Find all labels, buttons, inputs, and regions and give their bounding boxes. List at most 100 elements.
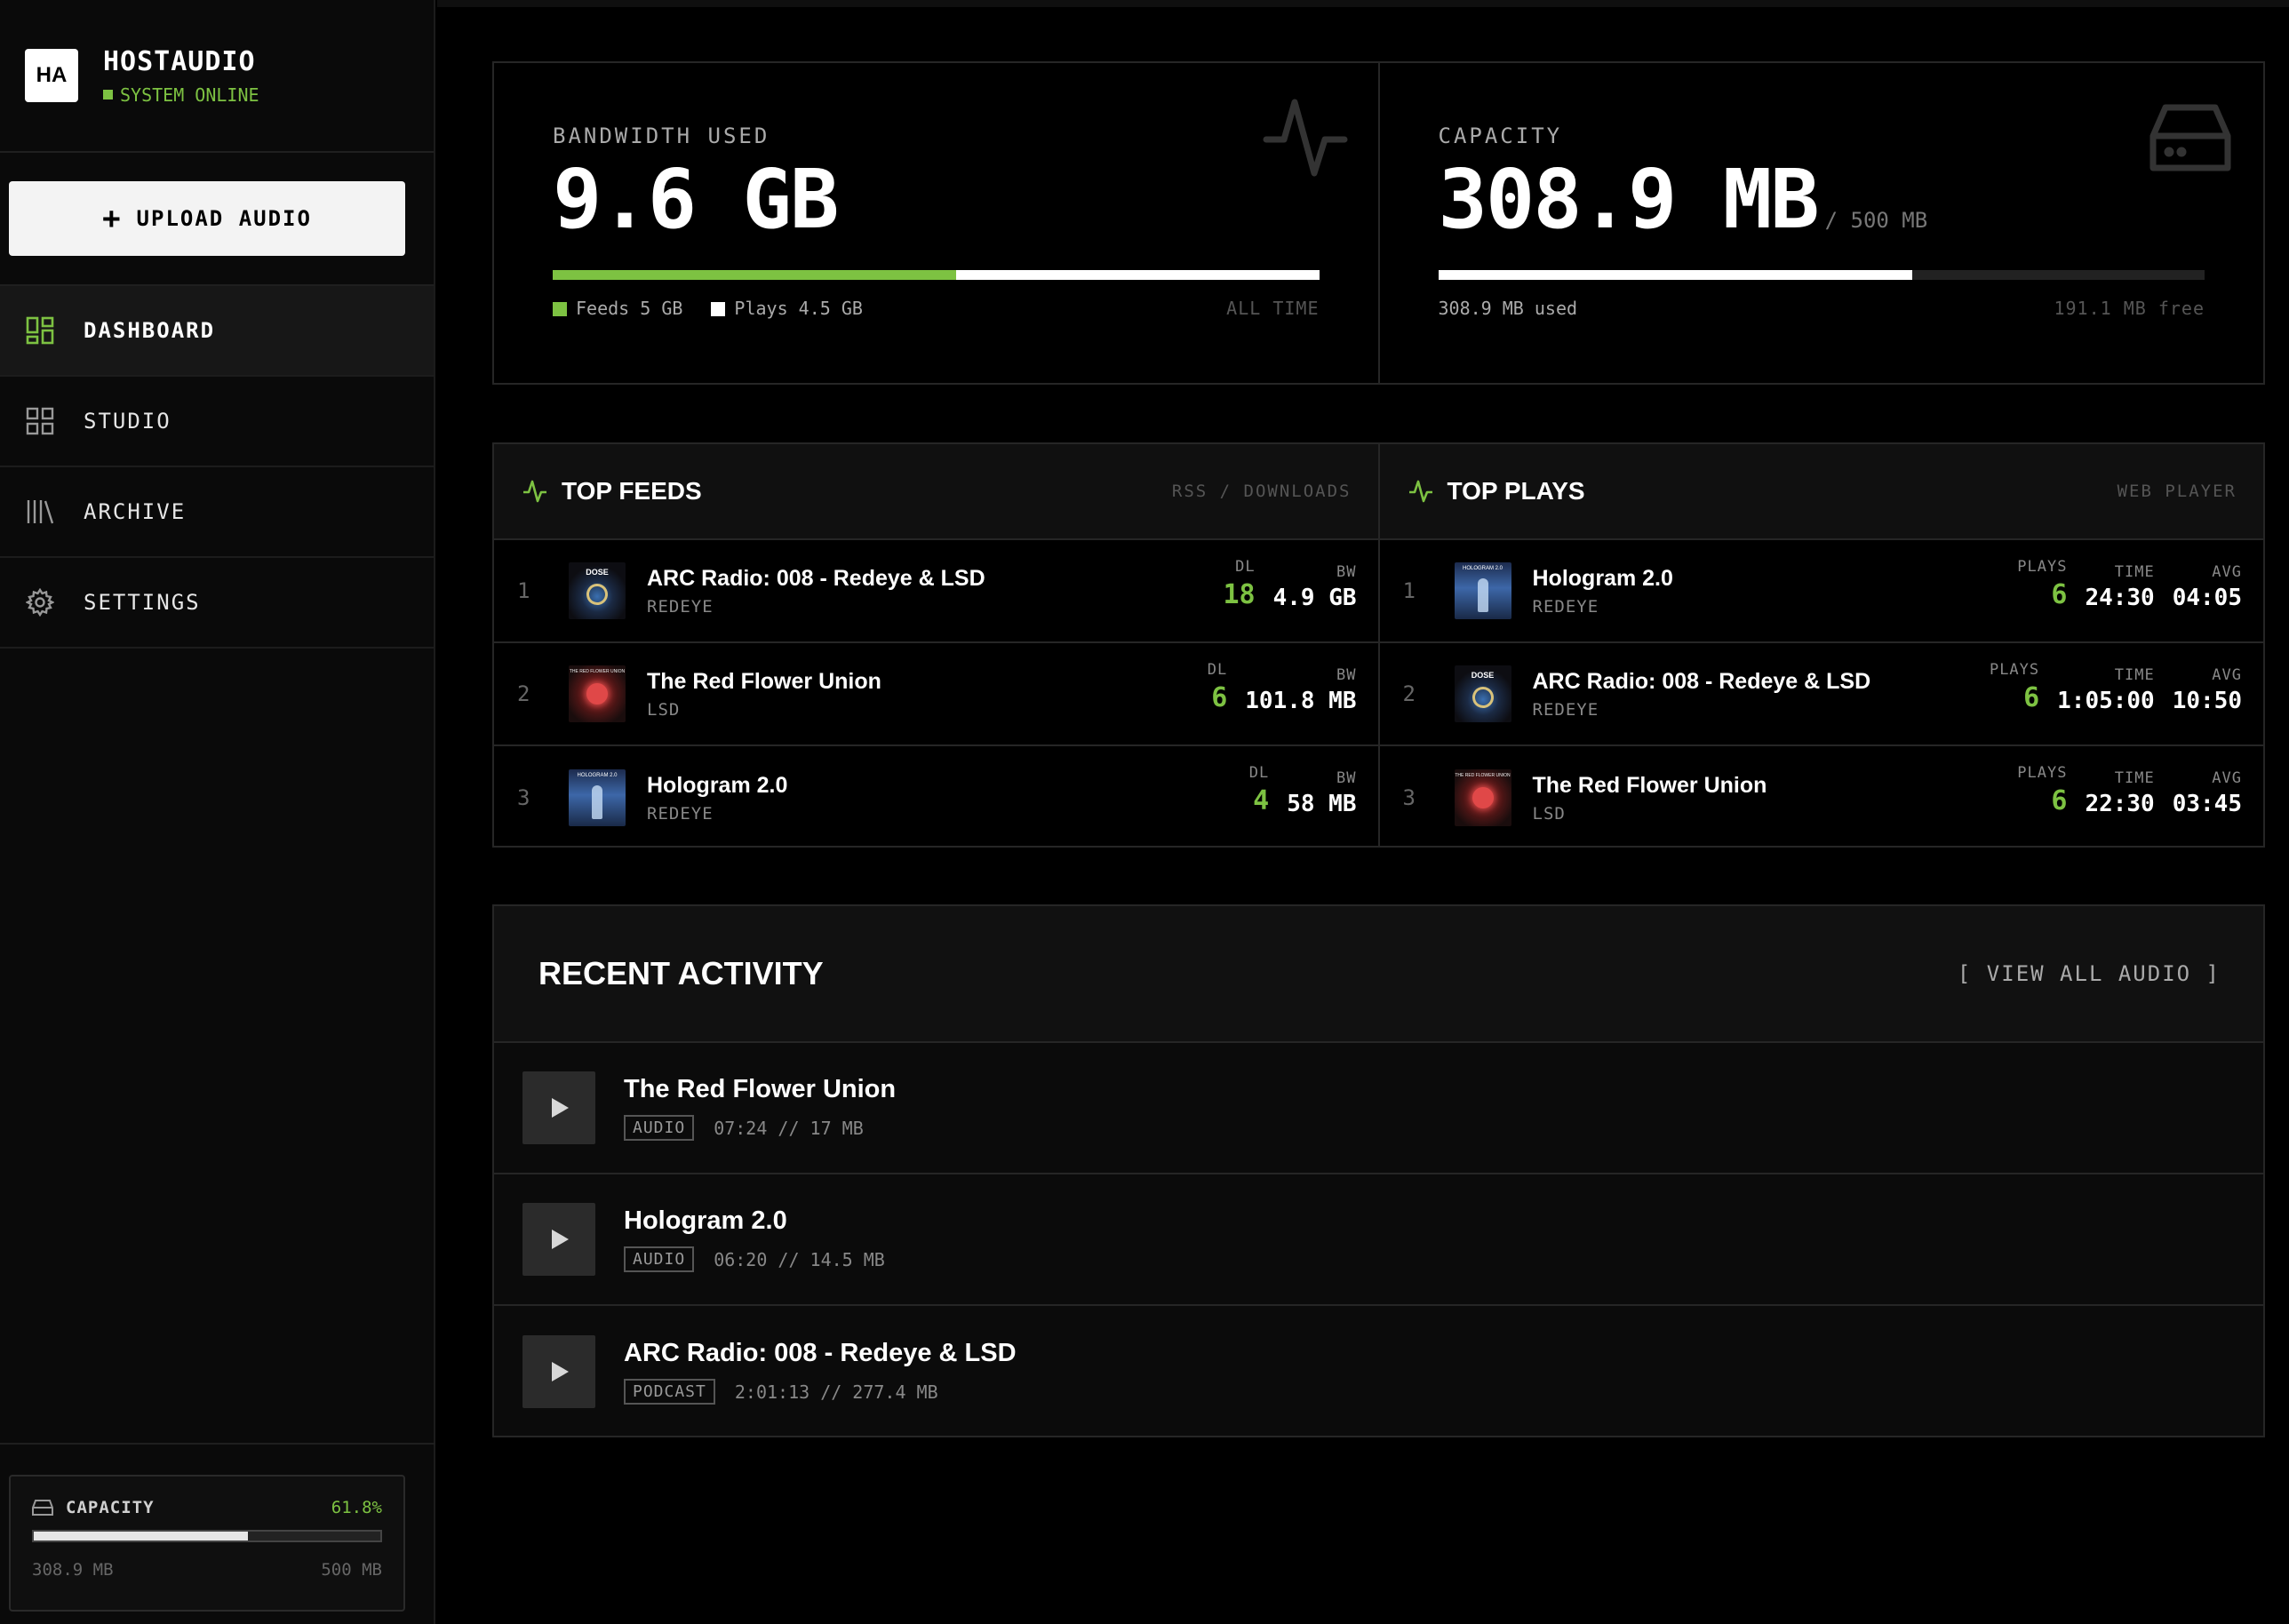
art-label: HOLOGRAM 2.0 [577,773,618,778]
downloads-value: 18 [1223,579,1256,610]
bandwidth-metric: BW 101.8 MB [1245,666,1356,714]
avg-metric: AVG 03:45 [2173,769,2242,817]
top-play-row[interactable]: 3 THE RED FLOWER UNION The Red Flower Un… [1380,746,2264,849]
capacity-bar-fill [1438,269,1912,280]
nav-item-archive[interactable]: ARCHIVE [0,467,434,558]
play-icon [552,1098,569,1118]
capacity-bar [32,1530,382,1542]
top-feed-row[interactable]: 1 DOSE ARC Radio: 008 - Redeye & LSD RED… [494,540,1378,643]
play-button[interactable] [522,1071,595,1144]
view-all-audio-link[interactable]: [ VIEW ALL AUDIO ] [1958,961,2221,986]
play-button[interactable] [522,1335,595,1408]
brand-name: HOSTAUDIO [103,45,256,77]
metric-label: DL [1248,764,1270,782]
top-play-row[interactable]: 1 HOLOGRAM 2.0 Hologram 2.0 REDEYE PLAYS… [1379,540,2263,643]
bandwidth-value: 9.6 GB [553,152,839,247]
top-feed-row[interactable]: 2 THE RED FLOWER UNION The Red Flower Un… [494,643,1378,746]
cover-art-thumbnail: DOSE [1454,665,1511,722]
track-meta: 07:24 // 17 MB [714,1117,864,1139]
art-label: THE RED FLOWER UNION [1455,773,1511,778]
status-dot-icon [103,90,113,100]
track-title[interactable]: Hologram 2.0 [624,1206,885,1236]
cover-art-thumbnail: THE RED FLOWER UNION [1454,769,1511,826]
recent-activity-row: ARC Radio: 008 - Redeye & LSD PODCAST 2:… [494,1306,2263,1437]
metric-label: TIME [2114,769,2155,787]
bandwidth-metric: BW 58 MB [1287,769,1356,817]
metric-label: AVG [2212,666,2242,684]
system-status-label: SYSTEM ONLINE [120,84,259,106]
sidebar-capacity: CAPACITY 61.8% 308.9 MB 500 MB [9,1475,405,1612]
avg-value: 10:50 [2172,688,2242,714]
top-strip [437,0,2289,7]
upload-audio-label: UPLOAD AUDIO [136,206,312,231]
top-plays-meta: WEB PLAYER [2117,482,2237,501]
library-icon [25,497,55,527]
time-metric: TIME 24:30 [2085,563,2154,611]
track-artist: LSD [647,699,681,720]
grid-icon [25,406,55,436]
nav-item-studio[interactable]: STUDIO [0,377,434,467]
track-meta: 2:01:13 // 277.4 MB [734,1381,938,1403]
bandwidth-metric: BW 4.9 GB [1273,563,1357,611]
track-title: The Red Flower Union [1532,772,1767,798]
top-play-row[interactable]: 2 DOSE ARC Radio: 008 - Redeye & LSD RED… [1379,643,2263,746]
plays-legend: Plays 4.5 GB [734,297,863,319]
bandwidth-value: 101.8 MB [1245,688,1357,714]
top-feeds-meta: RSS / DOWNLOADS [1171,482,1352,501]
downloads-metric: DL 18 [1223,558,1256,611]
cover-art-thumbnail: DOSE [569,562,626,619]
recent-activity-row: The Red Flower Union AUDIO 07:24 // 17 M… [494,1043,2263,1174]
nav-item-settings[interactable]: SETTINGS [0,558,434,649]
nav-label: ARCHIVE [84,499,187,524]
nav-label: DASHBOARD [84,318,216,343]
avg-value: 04:05 [2172,585,2242,611]
downloads-metric: DL 6 [1208,661,1227,714]
track-title: Hologram 2.0 [647,772,788,798]
capacity-percent: 61.8% [331,1498,382,1517]
plays-metric: PLAYS 6 [1990,661,2039,714]
track-artist: LSD [1532,803,1566,824]
play-button[interactable] [522,1203,595,1276]
feeds-legend: Feeds 5 GB [576,297,683,319]
cover-art-thumbnail: HOLOGRAM 2.0 [1454,562,1511,619]
plays-swatch [711,301,726,316]
drive-icon [2149,104,2231,171]
feeds-swatch [553,301,567,316]
top-plays-title: TOP PLAYS [1447,477,1585,505]
bandwidth-plays-fill [955,269,1320,280]
rank-number: 3 [1402,785,1416,810]
system-status: SYSTEM ONLINE [103,84,259,106]
plays-metric: PLAYS 6 [2017,764,2067,817]
bandwidth-feeds-fill [553,269,956,280]
track-title[interactable]: ARC Radio: 008 - Redeye & LSD [624,1339,1017,1368]
rank-number: 1 [1402,578,1416,603]
metric-label: PLAYS [2017,764,2068,782]
bandwidth-period: ALL TIME [1226,297,1320,319]
track-artist: REDEYE [1532,699,1599,720]
capacity-free: 191.1 MB free [2054,297,2205,319]
top-plays: TOP PLAYS WEB PLAYER 1 HOLOGRAM 2.0 Holo… [1377,444,2264,849]
bandwidth-label: BANDWIDTH USED [553,123,770,148]
art-label: HOLOGRAM 2.0 [1462,566,1503,571]
nav-item-dashboard[interactable]: DASHBOARD [0,286,434,377]
rank-number: 2 [1402,681,1416,706]
cover-art-thumbnail: THE RED FLOWER UNION [569,665,626,722]
play-icon [552,1362,569,1381]
capacity-used: 308.9 MB [32,1560,114,1580]
metric-label: PLAYS [1989,661,2040,679]
avg-value: 03:45 [2172,791,2242,817]
gear-icon [25,587,55,617]
track-title[interactable]: The Red Flower Union [624,1075,896,1104]
avg-metric: AVG 10:50 [2173,666,2242,714]
media-type-tag: PODCAST [624,1379,715,1405]
brand-logo[interactable]: HA [25,49,78,102]
metric-label: PLAYS [2017,558,2068,576]
upload-audio-button[interactable]: + UPLOAD AUDIO [9,181,405,256]
art-label: THE RED FLOWER UNION [569,669,626,674]
recent-activity-title: RECENT ACTIVITY [538,955,824,991]
bandwidth-bar [553,269,1320,280]
downloads-metric: DL 4 [1249,764,1269,817]
time-value: 24:30 [2085,585,2155,611]
track-title: Hologram 2.0 [1532,565,1673,591]
top-feed-row[interactable]: 3 HOLOGRAM 2.0 Hologram 2.0 REDEYE DL 4 … [494,746,1378,849]
